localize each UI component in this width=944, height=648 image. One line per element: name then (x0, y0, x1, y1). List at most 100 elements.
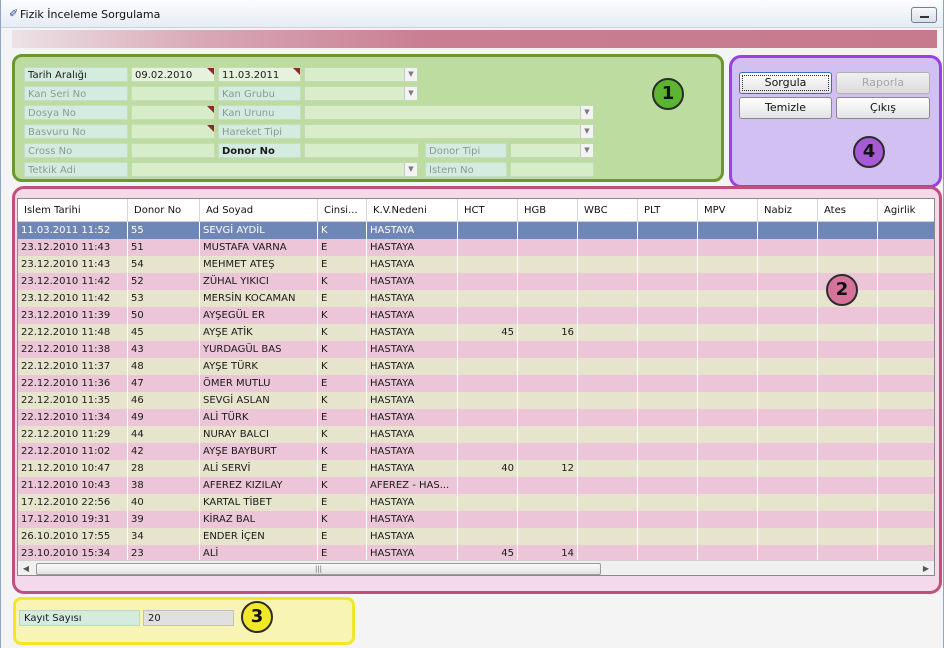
table-row[interactable]: 21.12.2010 10:43 38 AFEREZ KIZILAY K AFEREZ … (18, 477, 934, 494)
table-row[interactable]: 22.12.2010 11:36 47 ÖMER MUTLU E HASTAYA (18, 375, 934, 392)
kan-grubu-select[interactable]: ▼ (304, 86, 418, 101)
cell-agirlik (878, 290, 934, 307)
cell-hgb (518, 358, 578, 375)
istem-no-field[interactable] (510, 162, 594, 177)
cikis-button[interactable]: Çıkış (836, 97, 930, 119)
cell-donor-no: 48 (128, 358, 200, 375)
cell-wbc (578, 528, 638, 545)
column-header-plt[interactable]: PLT (638, 199, 698, 222)
cell-mpv (698, 273, 758, 290)
cell-ad-soyad: KİRAZ BAL (200, 511, 318, 528)
cell-islem-tarihi: 21.12.2010 10:43 (18, 477, 128, 494)
cell-plt (638, 358, 698, 375)
cell-ates (818, 392, 878, 409)
cell-islem-tarihi: 22.12.2010 11:34 (18, 409, 128, 426)
cell-islem-tarihi: 23.12.2010 11:43 (18, 239, 128, 256)
hareket-tipi-label: Hareket Tipi (218, 124, 301, 139)
cell-ad-soyad: AYŞE TÜRK (200, 358, 318, 375)
cell-donor-no: 28 (128, 460, 200, 477)
cell-hgb (518, 409, 578, 426)
table-row[interactable]: 23.12.2010 11:43 54 MEHMET ATEŞ E HASTAYA (18, 256, 934, 273)
results-grid[interactable]: Islem Tarihi Donor No Ad Soyad Cinsi... K.V.… (17, 198, 935, 576)
table-row[interactable]: 21.12.2010 10:47 28 ALİ SERVİ E HASTAYA 40 12 (18, 460, 934, 477)
table-row[interactable]: 23.12.2010 11:39 50 AYŞEGÜL ER K HASTAYA (18, 307, 934, 324)
basvuru-no-label: Basvuru No (24, 124, 128, 139)
chevron-down-icon: ▼ (404, 68, 417, 81)
chevron-down-icon: ▼ (580, 144, 593, 157)
column-header-hct[interactable]: HCT (458, 199, 518, 222)
cell-mpv (698, 443, 758, 460)
cell-cinsi: E (318, 239, 367, 256)
horizontal-scrollbar[interactable]: ◀ ||| ▶ (18, 560, 934, 575)
cell-nabiz (758, 511, 818, 528)
table-row[interactable]: 22.12.2010 11:35 46 SEVGİ ASLAN K HASTAYA (18, 392, 934, 409)
temizle-button[interactable]: Temizle (739, 97, 832, 119)
cell-cinsi: E (318, 460, 367, 477)
raporla-button[interactable]: Raporla (836, 72, 930, 94)
column-header-agirlik[interactable]: Agirlik (878, 199, 934, 222)
cross-no-field[interactable] (131, 143, 215, 158)
cell-plt (638, 511, 698, 528)
kan-urunu-select[interactable]: ▼ (304, 105, 594, 120)
table-row[interactable]: 17.12.2010 22:56 40 KARTAL TİBET E HASTAYA (18, 494, 934, 511)
column-header-nabiz[interactable]: Nabiz (758, 199, 818, 222)
table-row[interactable]: 22.12.2010 11:38 43 YURDAGÜL BAS K HASTAYA (18, 341, 934, 358)
cell-kv-nedeni: HASTAYA (367, 290, 458, 307)
cell-agirlik (878, 426, 934, 443)
column-header-wbc[interactable]: WBC (578, 199, 638, 222)
column-header-ates[interactable]: Ates (818, 199, 878, 222)
table-row[interactable]: 22.12.2010 11:02 42 AYŞE BAYBURT K HASTAYA (18, 443, 934, 460)
tetkik-adi-select[interactable]: ▼ (131, 162, 418, 177)
column-header-hgb[interactable]: HGB (518, 199, 578, 222)
donor-tipi-select[interactable]: ▼ (510, 143, 594, 158)
cell-ad-soyad: ÖMER MUTLU (200, 375, 318, 392)
minimize-button[interactable] (911, 7, 937, 23)
column-header-mpv[interactable]: MPV (698, 199, 758, 222)
cell-hgb (518, 375, 578, 392)
cell-nabiz (758, 358, 818, 375)
table-row[interactable]: 23.12.2010 11:42 52 ZÜHAL YIKICI K HASTAYA (18, 273, 934, 290)
table-row[interactable]: 23.12.2010 11:42 53 MERSİN KOCAMAN E HASTAYA (18, 290, 934, 307)
column-header-donor-no[interactable]: Donor No (128, 199, 200, 222)
cell-agirlik (878, 511, 934, 528)
cell-kv-nedeni: HASTAYA (367, 460, 458, 477)
table-row[interactable]: 22.12.2010 11:48 45 AYŞE ATİK K HASTAYA 45 16 (18, 324, 934, 341)
cell-hgb (518, 477, 578, 494)
hareket-tipi-select[interactable]: ▼ (304, 124, 594, 139)
scrollbar-thumb[interactable]: ||| (36, 563, 601, 575)
table-row[interactable]: 17.12.2010 19:31 39 KİRAZ BAL K HASTAYA (18, 511, 934, 528)
column-header-ad-soyad[interactable]: Ad Soyad (200, 199, 318, 222)
dosya-no-field[interactable] (131, 105, 215, 120)
cell-wbc (578, 358, 638, 375)
table-row[interactable]: 11.03.2011 11:52 55 SEVGİ AYDİL K HASTAYA (18, 222, 934, 239)
cell-ates (818, 426, 878, 443)
table-row[interactable]: 22.12.2010 11:37 48 AYŞE TÜRK K HASTAYA (18, 358, 934, 375)
basvuru-no-field[interactable] (131, 124, 215, 139)
donor-no-field[interactable] (304, 143, 419, 158)
cell-ates (818, 443, 878, 460)
date-range-select[interactable]: ▼ (304, 67, 418, 82)
cell-donor-no: 45 (128, 324, 200, 341)
column-header-islem-tarihi[interactable]: Islem Tarihi (18, 199, 128, 222)
scroll-left-icon[interactable]: ◀ (18, 561, 34, 575)
date-end-field[interactable]: 11.03.2011 (218, 67, 301, 82)
table-row[interactable]: 26.10.2010 17:55 34 ENDER İÇEN E HASTAYA (18, 528, 934, 545)
window-title: Fizik İnceleme Sorgulama (20, 8, 161, 21)
cell-mpv (698, 460, 758, 477)
donor-no-label: Donor No (218, 143, 301, 158)
table-row[interactable]: 23.12.2010 11:43 51 MUSTAFA VARNA E HASTAYA (18, 239, 934, 256)
cell-hct (458, 239, 518, 256)
cell-wbc (578, 341, 638, 358)
date-start-field[interactable]: 09.02.2010 (131, 67, 215, 82)
sorgula-button[interactable]: Sorgula (739, 72, 832, 94)
cell-agirlik (878, 528, 934, 545)
column-header-cinsi[interactable]: Cinsi... (318, 199, 367, 222)
cell-plt (638, 477, 698, 494)
column-header-kv-nedeni[interactable]: K.V.Nedeni (367, 199, 458, 222)
cell-wbc (578, 239, 638, 256)
table-row[interactable]: 22.12.2010 11:29 44 NURAY BALCI K HASTAYA (18, 426, 934, 443)
scroll-right-icon[interactable]: ▶ (918, 561, 934, 575)
kan-seri-no-field[interactable] (131, 86, 215, 101)
cell-ates (818, 528, 878, 545)
table-row[interactable]: 22.12.2010 11:34 49 ALİ TÜRK E HASTAYA (18, 409, 934, 426)
